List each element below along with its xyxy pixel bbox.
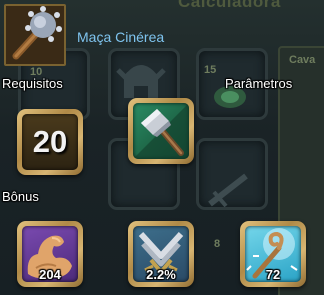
spiked-mace-icon [6,6,64,64]
weapon-icon [4,4,66,66]
bonus-label: Bônus [2,189,39,204]
bonus-magic-slot[interactable]: 72 [240,221,306,287]
hammer-skill-icon [133,103,189,159]
background-slot-number: 8 [214,238,221,250]
bonus-strength-value: 204 [39,267,61,282]
requirements-label: Requisitos [2,76,63,91]
background-title: Calculadora [178,0,281,11]
sword-icon [208,173,248,208]
bonus-critical-value: 2.2% [146,267,176,282]
background-slot-number: 15 [204,64,217,76]
bonus-strength-slot[interactable]: 204 [17,221,83,287]
bonus-critical-slot[interactable]: 2.2% [128,221,194,287]
required-level-value: 20 [32,124,68,159]
weapon-name: Maça Cinérea [77,29,165,45]
bonus-magic-value: 72 [265,267,281,282]
background-side-tab: Cava [289,54,316,66]
required-level-slot[interactable]: 20 [17,109,83,175]
parameters-label: Parâmetros [225,76,293,91]
required-skill-slot[interactable] [128,98,194,164]
